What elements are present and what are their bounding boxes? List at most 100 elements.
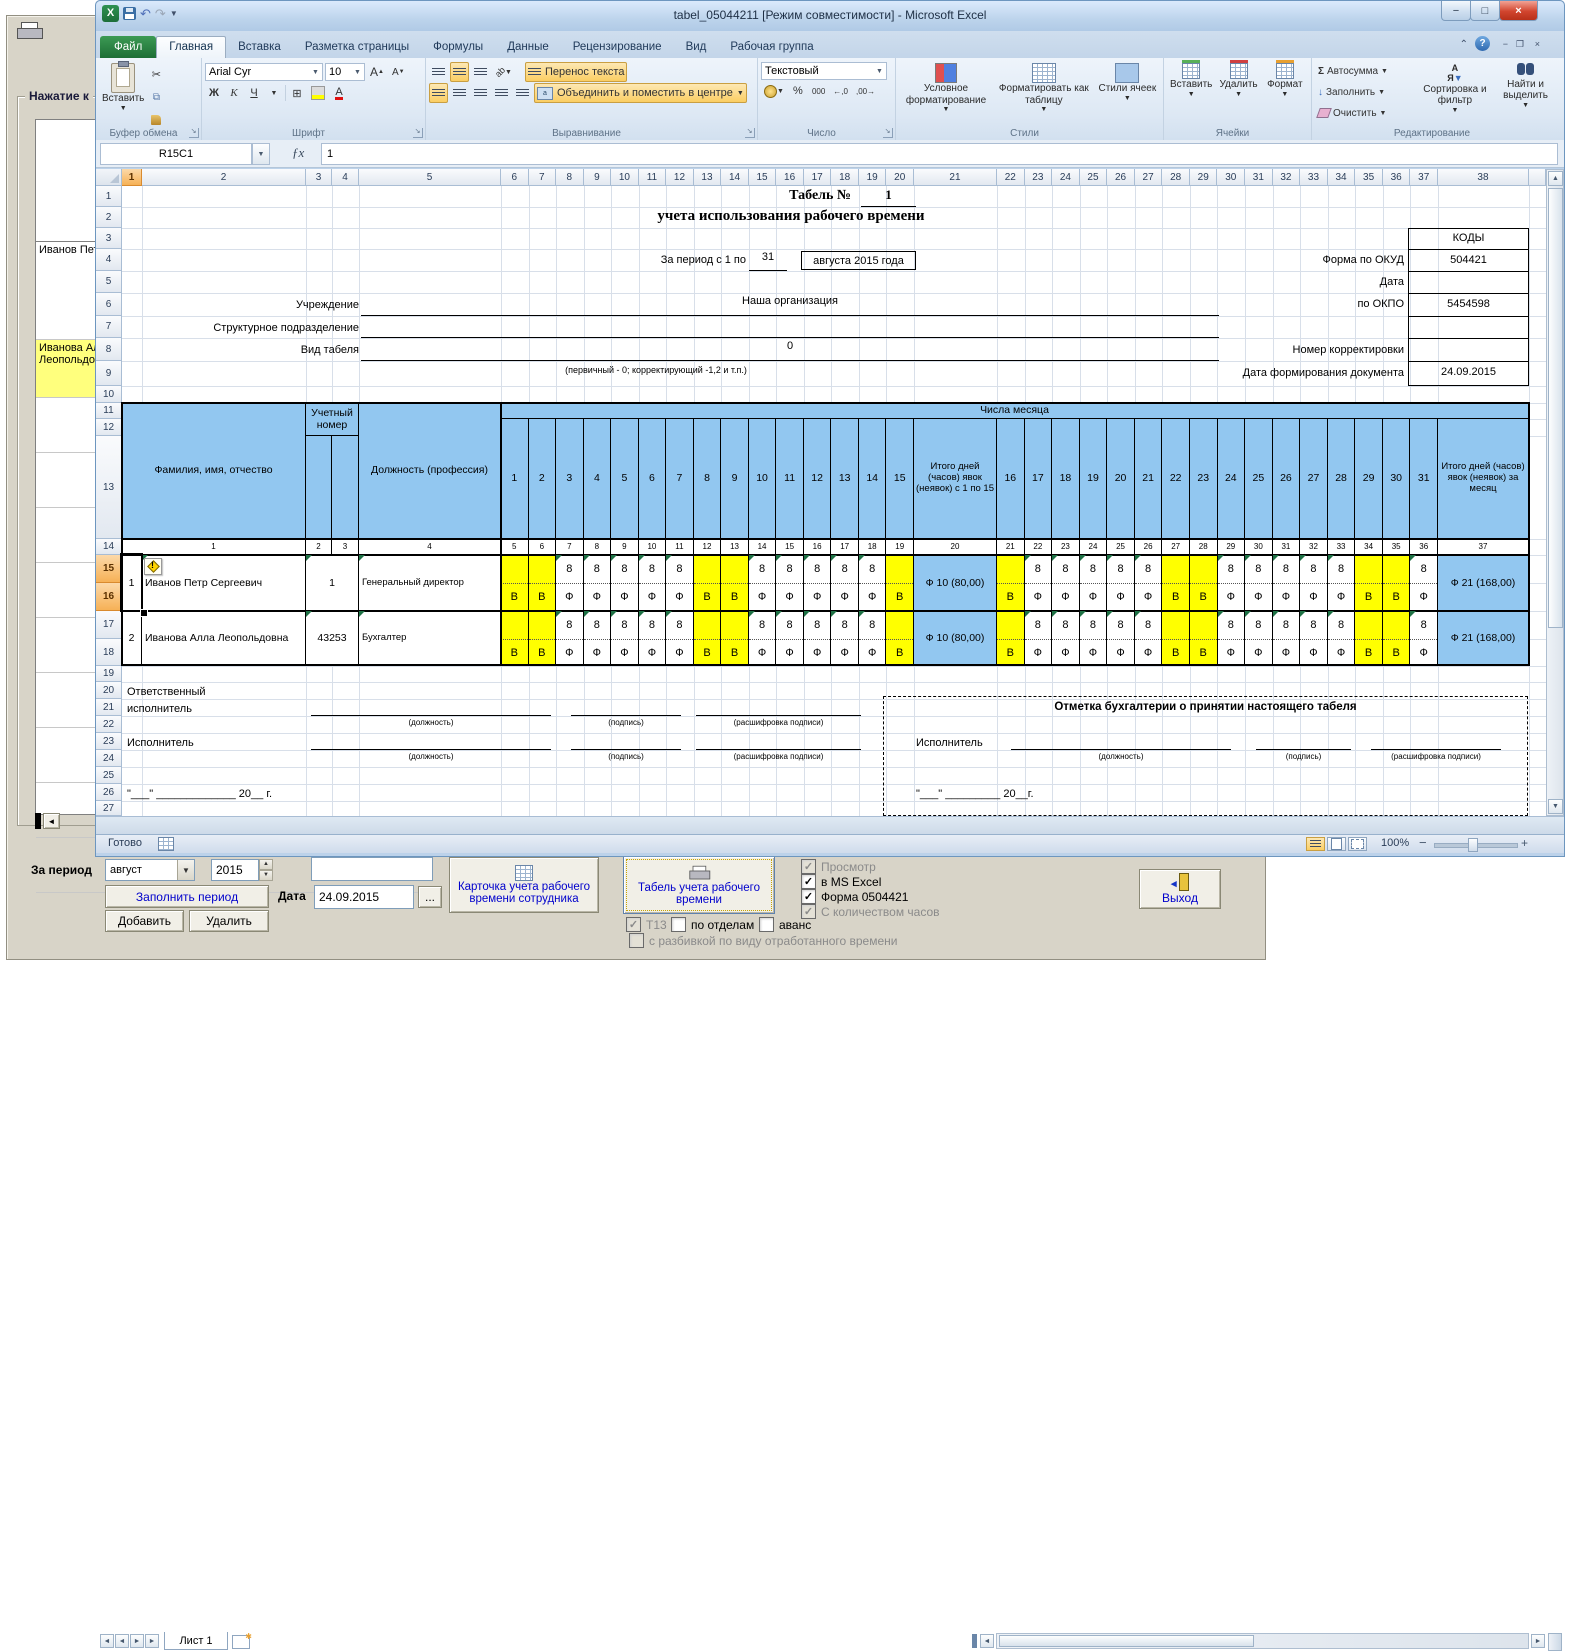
add-button[interactable]: Добавить xyxy=(105,910,184,932)
scroll-up-icon[interactable]: ▲ xyxy=(1548,171,1563,186)
day-cell[interactable]: 8Ф xyxy=(1218,611,1246,666)
row-header[interactable]: 21 xyxy=(96,699,122,716)
macro-record-icon[interactable] xyxy=(158,837,174,851)
column-header[interactable]: 1 xyxy=(122,169,142,186)
print-toolbar-icon[interactable] xyxy=(17,22,41,40)
horizontal-scroll-thumb[interactable] xyxy=(999,1635,1254,1647)
align-top-icon[interactable] xyxy=(429,62,448,82)
row-header[interactable]: 20 xyxy=(96,682,122,699)
excel-logo-icon[interactable]: X xyxy=(102,5,119,22)
tabel-button[interactable]: Табель учета рабочего времени xyxy=(623,856,775,914)
format-cells-button[interactable]: Формат ▼ xyxy=(1262,61,1308,101)
bold-button[interactable]: Ж xyxy=(205,83,223,103)
error-smart-tag[interactable]: ! xyxy=(144,558,162,575)
column-header[interactable]: 32 xyxy=(1273,169,1301,186)
column-header[interactable]: 30 xyxy=(1217,169,1245,186)
row-header[interactable]: 18 xyxy=(96,639,122,666)
increase-indent-icon[interactable] xyxy=(513,83,532,103)
italic-button[interactable]: К xyxy=(225,83,243,103)
workbook-restore-icon[interactable]: ❐ xyxy=(1516,39,1524,50)
employee-position-cell[interactable]: Бухгалтер xyxy=(359,611,501,666)
sort-filter-button[interactable]: АЯ▼ Сортировка и фильтр ▼ xyxy=(1418,61,1492,123)
first-sheet-icon[interactable]: ◄ xyxy=(100,1634,114,1648)
year-stepper[interactable]: ▲ ▼ xyxy=(259,859,273,881)
column-header[interactable]: 10 xyxy=(611,169,639,186)
currency-icon[interactable]: ▼ xyxy=(761,81,787,101)
total-15-cell[interactable]: Ф 10 (80,00) xyxy=(914,555,997,611)
row-header[interactable]: 25 xyxy=(96,767,122,784)
column-header[interactable]: 23 xyxy=(1025,169,1053,186)
name-box[interactable]: R15C1 xyxy=(100,143,252,165)
checkbox-icon[interactable]: ✓ xyxy=(801,874,816,889)
checkbox-t13[interactable]: ✓ Т13 xyxy=(626,917,667,932)
insert-cells-button[interactable]: Вставить ▼ xyxy=(1167,61,1215,101)
checkbox-icon[interactable] xyxy=(629,933,644,948)
undo-icon[interactable]: ↶ xyxy=(140,6,151,22)
prev-sheet-icon[interactable]: ◄ xyxy=(115,1634,129,1648)
next-sheet-icon[interactable]: ► xyxy=(130,1634,144,1648)
row-header[interactable]: 2 xyxy=(96,207,122,228)
copy-icon[interactable]: ⧉ xyxy=(147,87,165,107)
selected-cell-outline[interactable] xyxy=(120,553,143,612)
workbook-close-icon[interactable]: × xyxy=(1535,39,1540,49)
day-cell[interactable]: 8Ф xyxy=(859,611,887,666)
day-cell[interactable]: 8Ф xyxy=(1273,611,1301,666)
checkbox-hours[interactable]: ✓ С количеством часов xyxy=(801,904,940,919)
zoom-slider-thumb[interactable] xyxy=(1468,838,1478,852)
row-header[interactable]: 13 xyxy=(96,436,122,539)
column-header[interactable]: 8 xyxy=(556,169,584,186)
collapse-ribbon-icon[interactable]: ⌃ xyxy=(1460,39,1468,50)
day-cell[interactable]: В xyxy=(1162,555,1190,611)
column-header[interactable]: 3 xyxy=(306,169,332,186)
employee-account-cell[interactable]: 1 xyxy=(306,555,359,611)
day-cell[interactable]: 8Ф xyxy=(1410,555,1438,611)
zoom-out-icon[interactable]: − xyxy=(1419,835,1427,850)
day-cell[interactable]: 8Ф xyxy=(749,611,777,666)
column-header[interactable]: 11 xyxy=(639,169,667,186)
delete-cells-button[interactable]: Удалить ▼ xyxy=(1215,61,1261,101)
employee-position-cell[interactable]: Генеральный директор xyxy=(359,555,501,611)
total-15-cell[interactable]: Ф 10 (80,00) xyxy=(914,611,997,666)
autosum-button[interactable]: Σ Автосумма ▼ xyxy=(1315,61,1418,81)
column-header[interactable]: 28 xyxy=(1162,169,1190,186)
column-header[interactable]: 16 xyxy=(776,169,804,186)
ribbon-tab-вставка[interactable]: Вставка xyxy=(226,37,293,58)
row-header[interactable]: 26 xyxy=(96,784,122,801)
paste-button[interactable]: Вставить ▼ xyxy=(99,61,147,130)
column-header[interactable]: 9 xyxy=(584,169,612,186)
cut-icon[interactable]: ✂ xyxy=(147,64,165,84)
cell-styles-button[interactable]: Стили ячеек ▼ xyxy=(1095,61,1160,116)
day-cell[interactable]: 8Ф xyxy=(666,555,694,611)
decrease-font-icon[interactable]: А▼ xyxy=(389,62,408,82)
day-cell[interactable]: В xyxy=(1355,555,1383,611)
chevron-down-icon[interactable]: ▼ xyxy=(177,860,194,880)
font-size-select[interactable]: 10 ▼ xyxy=(325,63,365,81)
card-button[interactable]: Карточка учета рабочего времени сотрудни… xyxy=(449,857,599,913)
day-cell[interactable]: 8Ф xyxy=(1273,555,1301,611)
exit-button[interactable]: ◂ Выход xyxy=(1139,869,1221,909)
row-header[interactable]: 9 xyxy=(96,361,122,386)
row-header[interactable]: 3 xyxy=(96,228,122,249)
titlebar[interactable]: tabel_05044211 [Режим совместимости] - M… xyxy=(96,1,1564,31)
dialog-launcher-icon[interactable]: ↘ xyxy=(745,128,755,138)
row-header[interactable]: 27 xyxy=(96,801,122,816)
fill-period-button[interactable]: Заполнить период xyxy=(105,885,269,908)
dialog-launcher-icon[interactable]: ↘ xyxy=(883,128,893,138)
day-cell[interactable]: 8Ф xyxy=(639,555,667,611)
scroll-down-icon[interactable]: ▼ xyxy=(1548,799,1563,814)
checkbox-avans[interactable]: аванс xyxy=(759,917,811,932)
workbook-minimize-icon[interactable]: − xyxy=(1503,39,1508,49)
checkbox-icon[interactable] xyxy=(759,917,774,932)
day-cell[interactable]: В xyxy=(1190,611,1218,666)
day-cell[interactable]: В xyxy=(694,555,722,611)
checkbox-forma[interactable]: ✓ Форма 0504421 xyxy=(801,889,908,904)
day-cell[interactable]: 8Ф xyxy=(639,611,667,666)
list-scroll-thumb[interactable] xyxy=(35,813,41,829)
column-header[interactable]: 24 xyxy=(1052,169,1080,186)
doc-title-number[interactable]: 1 xyxy=(861,187,916,207)
period-day[interactable]: 31 xyxy=(749,251,787,271)
percent-icon[interactable]: % xyxy=(789,81,807,101)
month-select[interactable]: август ▼ xyxy=(105,859,195,881)
day-cell[interactable]: В xyxy=(886,611,914,666)
day-cell[interactable]: В xyxy=(1383,611,1411,666)
